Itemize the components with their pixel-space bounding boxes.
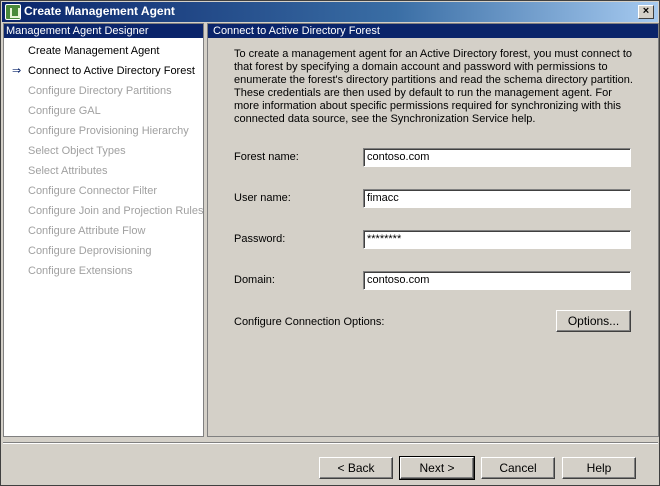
designer-steps-pane: Management Agent Designer Create Managem…: [3, 23, 204, 437]
step-item: Configure GAL: [4, 101, 203, 121]
cancel-button[interactable]: Cancel: [481, 457, 555, 479]
step-list: Create Management Agent ⇒ Connect to Activ…: [4, 38, 204, 281]
step-item: Configure Directory Partitions: [4, 81, 203, 101]
close-button[interactable]: ×: [638, 5, 654, 19]
step-item: Select Object Types: [4, 141, 203, 161]
password-label: Password:: [234, 233, 286, 245]
step-item: Configure Connector Filter: [4, 181, 203, 201]
step-item: Configure Provisioning Hierarchy: [4, 121, 203, 141]
help-button[interactable]: Help: [562, 457, 636, 479]
footer-separator: [3, 442, 658, 444]
step-label: Select Attributes: [28, 165, 108, 177]
title-bar[interactable]: Create Management Agent ×: [2, 2, 658, 22]
step-item[interactable]: ⇒ Connect to Active Directory Forest: [4, 61, 203, 81]
forest-name-field[interactable]: contoso.com: [363, 148, 631, 167]
step-label: Configure Directory Partitions: [28, 85, 172, 97]
management-agent-icon: [5, 4, 21, 20]
designer-header: Management Agent Designer: [4, 24, 203, 38]
create-management-agent-window: Create Management Agent × Management Age…: [0, 0, 660, 486]
forest-name-label: Forest name:: [234, 151, 299, 163]
step-label: Configure GAL: [28, 105, 101, 117]
step-label: Select Object Types: [28, 145, 126, 157]
step-label: Connect to Active Directory Forest: [28, 65, 195, 77]
step-item: Configure Join and Projection Rules: [4, 201, 204, 221]
password-field[interactable]: ********: [363, 230, 631, 249]
step-item: Configure Extensions: [4, 261, 203, 281]
step-item[interactable]: Create Management Agent: [4, 41, 203, 61]
user-name-field[interactable]: fimacc: [363, 189, 631, 208]
connect-forest-page: Connect to Active Directory Forest To cr…: [207, 23, 659, 437]
user-name-label: User name:: [234, 192, 291, 204]
step-label: Configure Attribute Flow: [28, 225, 146, 237]
page-description: To create a management agent for an Acti…: [234, 48, 633, 125]
back-button[interactable]: < Back: [319, 457, 393, 479]
current-step-arrow-icon: ⇒: [12, 65, 22, 77]
step-label: Configure Connector Filter: [28, 185, 158, 197]
step-label: Configure Provisioning Hierarchy: [28, 125, 189, 137]
connection-options-label: Configure Connection Options:: [234, 316, 385, 328]
step-label: Configure Extensions: [28, 265, 133, 277]
page-header: Connect to Active Directory Forest: [208, 24, 658, 38]
domain-field[interactable]: contoso.com: [363, 271, 631, 290]
step-item: Select Attributes: [4, 161, 203, 181]
step-item: Configure Attribute Flow: [4, 221, 203, 241]
step-label: Create Management Agent: [28, 45, 160, 57]
next-button[interactable]: Next >: [399, 456, 475, 480]
step-label: Configure Join and Projection Rules: [28, 205, 204, 217]
step-label: Configure Deprovisioning: [28, 245, 152, 257]
domain-label: Domain:: [234, 274, 275, 286]
options-button[interactable]: Options...: [556, 310, 631, 332]
window-title: Create Management Agent: [24, 4, 175, 18]
step-item: Configure Deprovisioning: [4, 241, 203, 261]
